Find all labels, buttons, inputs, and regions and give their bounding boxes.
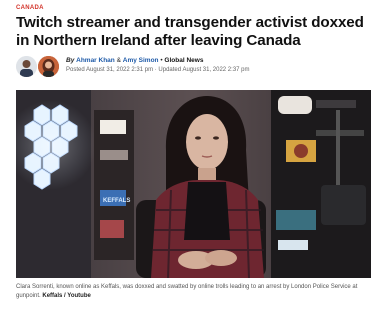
- category-label[interactable]: CANADA: [16, 5, 44, 11]
- author-avatar-amy-simon[interactable]: [38, 56, 59, 77]
- date-separator: ·: [154, 67, 157, 73]
- article-headline: Twitch streamer and transgender activist…: [16, 14, 364, 49]
- author-link-ahmar-khan[interactable]: Ahmar Khan: [76, 57, 115, 64]
- byline-separator: •: [160, 57, 163, 64]
- article-photo[interactable]: KEFFALS: [16, 90, 371, 278]
- byline-by: By: [66, 57, 75, 64]
- author-link-amy-simon[interactable]: Amy Simon: [123, 57, 159, 64]
- person-face: [186, 114, 228, 170]
- byline-dates: Posted August 31, 2022 2:31 pm · Updated…: [66, 67, 250, 73]
- byline-organization: Global News: [164, 57, 204, 64]
- caption-credit: Keffals / Youtube: [42, 293, 91, 299]
- author-avatar-ahmar-khan[interactable]: [16, 56, 37, 77]
- posted-date: Posted August 31, 2022 2:31 pm: [66, 67, 154, 73]
- photo-caption: Clara Sorrenti, known online as Keffals,…: [16, 283, 374, 301]
- byline-ampersand: &: [116, 57, 121, 64]
- updated-date: Updated August 31, 2022 2:37 pm: [158, 67, 250, 73]
- byline-authors: By Ahmar Khan & Amy Simon • Global News: [66, 57, 203, 64]
- screen-keffals-text: KEFFALS: [103, 198, 130, 204]
- byline: By Ahmar Khan & Amy Simon • Global News …: [16, 56, 376, 78]
